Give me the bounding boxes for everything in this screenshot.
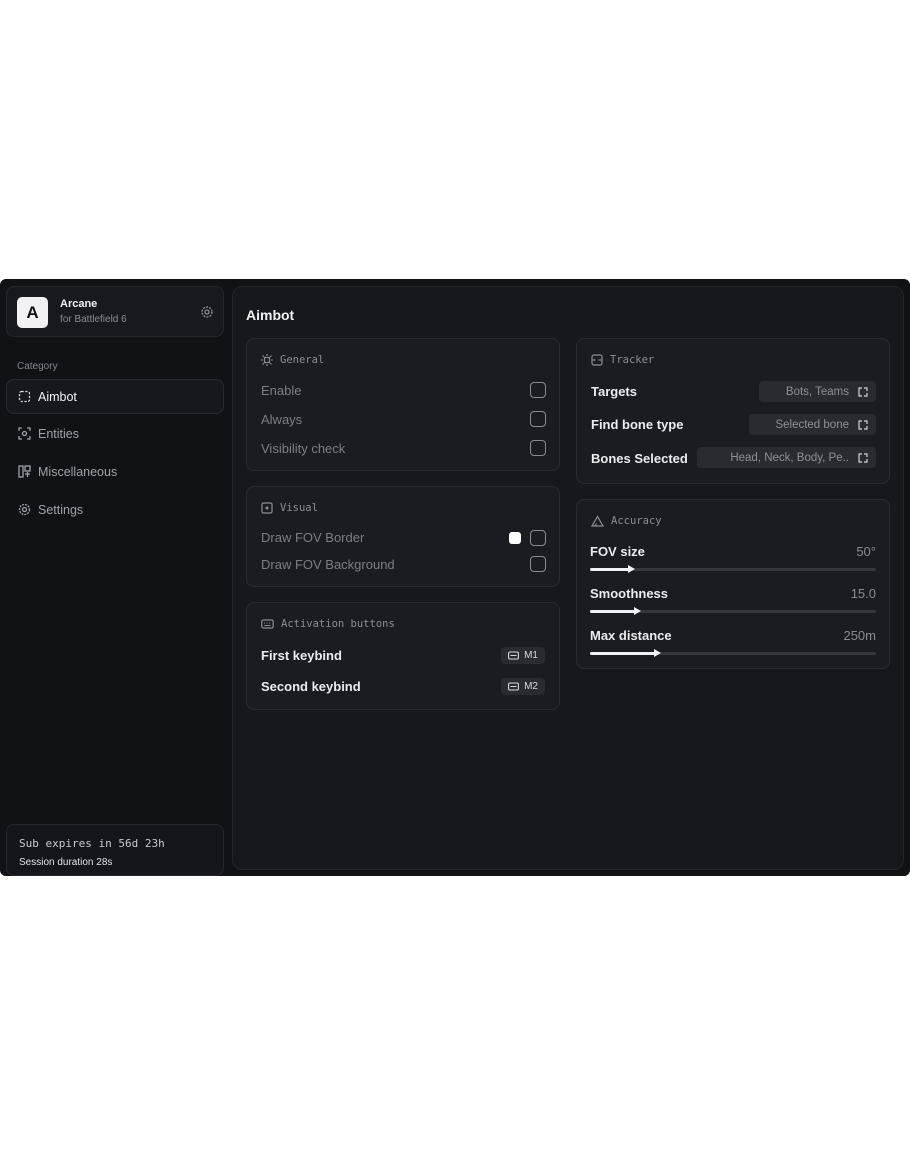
general-panel: General Enable Always Visibility check: [246, 338, 560, 471]
visibility-check-label: Visibility check: [261, 441, 346, 456]
sun-icon: [261, 354, 273, 366]
smoothness-slider[interactable]: [590, 607, 876, 615]
select-expand-icon: [858, 386, 868, 397]
app-window: A Arcane for Battlefield 6 Category Aimb…: [0, 279, 910, 876]
draw-fov-background-label: Draw FOV Background: [261, 557, 395, 572]
app-name: Arcane: [60, 298, 98, 310]
fov-size-slider[interactable]: [590, 565, 876, 573]
subscription-expiry: Sub expires in 56d 23h: [19, 837, 165, 850]
max-distance-value: 250m: [843, 628, 876, 643]
app-subtitle: for Battlefield 6: [60, 314, 127, 325]
sidebar-item-label: Settings: [38, 502, 84, 517]
smoothness-label: Smoothness: [590, 586, 669, 601]
sidebar-item-label: Entities: [38, 426, 79, 441]
slider-handle[interactable]: [628, 565, 635, 573]
smoothness-value: 15.0: [850, 586, 876, 601]
always-label: Always: [261, 412, 303, 427]
visual-icon: [261, 502, 273, 514]
draw-fov-background-checkbox[interactable]: [530, 556, 546, 572]
keyboard-icon: [508, 651, 520, 660]
sidebar-item-label: Miscellaneous: [38, 464, 118, 479]
page-title: Aimbot: [246, 307, 295, 323]
slider-fill: [590, 610, 636, 613]
crosshair-dashed-icon: [18, 390, 31, 403]
app-logo: A: [17, 297, 48, 328]
tracker-panel: Tracker Targets Bots, Teams Find bone ty…: [576, 338, 890, 484]
category-label: Category: [17, 361, 58, 372]
enable-checkbox[interactable]: [530, 382, 546, 398]
first-keybind-label: First keybind: [261, 648, 342, 663]
gear-icon[interactable]: [199, 304, 215, 320]
find-bone-type-label: Find bone type: [591, 417, 684, 432]
main-content: Aimbot General Enable Always Visibility …: [232, 286, 904, 870]
tracker-icon: [591, 354, 603, 366]
bones-selected-select[interactable]: Head, Neck, Body, Pe..: [697, 447, 876, 468]
panel-title: General: [261, 354, 324, 366]
enable-label: Enable: [261, 383, 302, 398]
slider-fill: [590, 652, 656, 655]
sidebar-item-settings[interactable]: Settings: [6, 492, 224, 527]
fov-size-label: FOV size: [590, 544, 645, 559]
sidebar-item-miscellaneous[interactable]: Miscellaneous: [6, 454, 224, 489]
max-distance-slider[interactable]: [590, 649, 876, 657]
panel-title: Tracker: [591, 354, 654, 366]
app-header-card: A Arcane for Battlefield 6: [6, 286, 224, 337]
fov-size-value: 50°: [856, 544, 876, 559]
slider-handle[interactable]: [634, 607, 641, 615]
misc-grid-icon: [18, 465, 31, 478]
find-bone-type-select[interactable]: Selected bone: [749, 414, 876, 435]
panel-title: Accuracy: [591, 515, 662, 527]
bones-selected-label: Bones Selected: [591, 451, 688, 466]
sidebar: A Arcane for Battlefield 6 Category Aimb…: [6, 286, 224, 876]
accuracy-panel: Accuracy FOV size 50° Smoothness 15.0 Ma…: [576, 499, 890, 669]
subscription-card: Sub expires in 56d 23h Session duration …: [6, 824, 224, 876]
panel-title: Activation buttons: [261, 618, 395, 630]
slider-fill: [590, 568, 630, 571]
always-checkbox[interactable]: [530, 411, 546, 427]
keyboard-icon: [261, 619, 274, 629]
slider-handle[interactable]: [654, 649, 661, 657]
gear-icon: [18, 503, 31, 516]
visual-panel: Visual Draw FOV Border Draw FOV Backgrou…: [246, 486, 560, 587]
sidebar-item-label: Aimbot: [38, 389, 77, 404]
keyboard-icon: [508, 682, 520, 691]
fov-border-color-swatch[interactable]: [509, 532, 521, 544]
panel-title: Visual: [261, 502, 318, 514]
second-keybind-button[interactable]: M2: [501, 678, 545, 695]
sidebar-item-aimbot[interactable]: Aimbot: [6, 379, 224, 414]
draw-fov-border-checkbox[interactable]: [530, 530, 546, 546]
second-keybind-label: Second keybind: [261, 679, 361, 694]
max-distance-label: Max distance: [590, 628, 672, 643]
draw-fov-border-label: Draw FOV Border: [261, 530, 365, 545]
visibility-check-checkbox[interactable]: [530, 440, 546, 456]
session-duration: Session duration 28s: [19, 857, 113, 868]
select-expand-icon: [858, 452, 868, 463]
activation-buttons-panel: Activation buttons First keybind M1 Seco…: [246, 602, 560, 710]
select-expand-icon: [858, 419, 868, 430]
first-keybind-button[interactable]: M1: [501, 647, 545, 664]
triangle-ruler-icon: [591, 515, 604, 527]
sidebar-item-entities[interactable]: Entities: [6, 416, 224, 451]
entity-scan-icon: [18, 427, 31, 440]
targets-select[interactable]: Bots, Teams: [759, 381, 876, 402]
targets-label: Targets: [591, 384, 637, 399]
